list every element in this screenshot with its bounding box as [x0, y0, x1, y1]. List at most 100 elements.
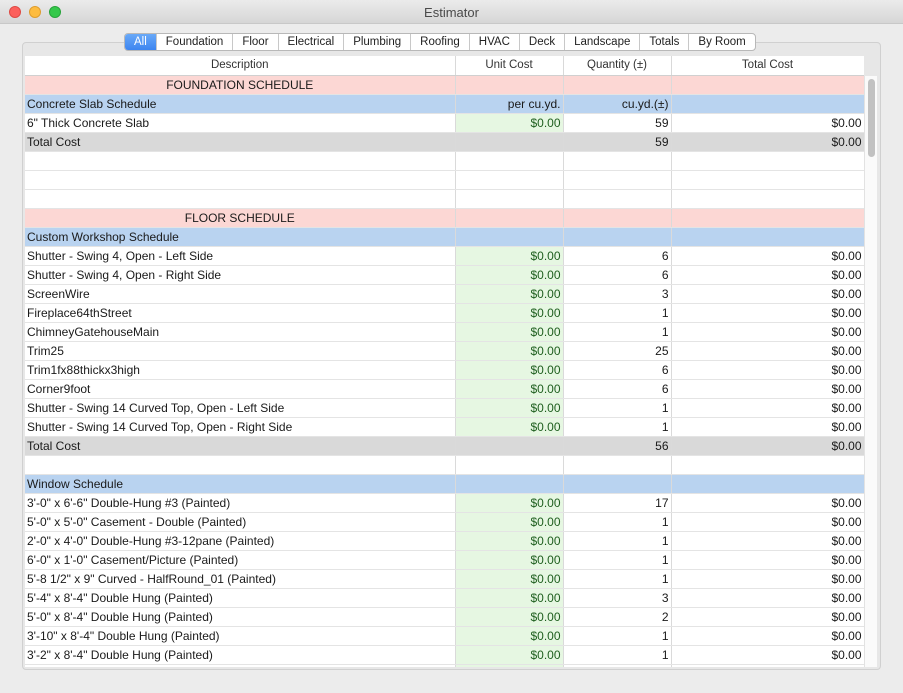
- unit-cost-cell[interactable]: $0.00: [455, 379, 564, 399]
- unit-cost-cell[interactable]: $0.00: [455, 113, 564, 133]
- table-row[interactable]: [25, 455, 864, 475]
- unit-cost-cell[interactable]: $0.00: [455, 550, 564, 570]
- unit-cost-cell[interactable]: $0.00: [455, 284, 564, 304]
- unit-cost-cell[interactable]: $0.00: [455, 531, 564, 551]
- total-cost-cell: $0.00: [671, 379, 864, 399]
- description-cell: 5'-4" x 8'-4" Double Hung (Painted): [25, 588, 456, 608]
- table-row[interactable]: 3'-10" x 8'-4" Double Hung (Painted) $0.0…: [25, 626, 864, 646]
- unit-cost-cell[interactable]: $0.00: [455, 398, 564, 418]
- unit-cost-cell[interactable]: $0.00: [455, 341, 564, 361]
- column-header-description[interactable]: Description: [25, 56, 456, 76]
- total-cost-cell: $0.00: [671, 588, 864, 608]
- tab-totals[interactable]: Totals: [639, 34, 688, 50]
- table-row[interactable]: Trim25 $0.00 25 $0.00: [25, 341, 864, 361]
- total-cost-cell: $0.00: [671, 569, 864, 589]
- tab-floor[interactable]: Floor: [232, 34, 277, 50]
- description-cell: Trim1fx88thickx3high: [25, 360, 456, 380]
- table-row[interactable]: [25, 189, 864, 209]
- unit-cost-cell[interactable]: $0.00: [455, 322, 564, 342]
- table-row[interactable]: [25, 170, 864, 190]
- subschedule-row[interactable]: Concrete Slab Schedule per cu.yd. cu.yd.(±…: [25, 94, 864, 114]
- table-row[interactable]: Trim1fx88thickx3high $0.00 6 $0.00: [25, 360, 864, 380]
- schedule-header-row[interactable]: FOUNDATION SCHEDULE: [25, 75, 864, 95]
- scrollbar-thumb[interactable]: [868, 79, 875, 157]
- description-cell: 5'-0" x 8'-4" Double Hung (Painted): [25, 607, 456, 627]
- tab-foundation[interactable]: Foundation: [155, 34, 233, 50]
- description-cell: Shutter - Swing 4, Open - Right Side: [25, 265, 456, 285]
- table-row[interactable]: Corner9foot $0.00 6 $0.00: [25, 379, 864, 399]
- estimate-table[interactable]: Description Unit Cost Quantity (±) Total…: [25, 56, 864, 667]
- quantity-cell: [563, 227, 672, 247]
- total-cost-row[interactable]: Total Cost 56 $0.00: [25, 436, 864, 456]
- table-row[interactable]: 6" Thick Concrete Slab $0.00 59 $0.00: [25, 113, 864, 133]
- total-cost-row[interactable]: Total Cost 59 $0.00: [25, 132, 864, 152]
- unit-cost-cell[interactable]: $0.00: [455, 417, 564, 437]
- table-row[interactable]: [25, 664, 864, 667]
- table-row[interactable]: ScreenWire $0.00 3 $0.00: [25, 284, 864, 304]
- vertical-scrollbar[interactable]: [864, 76, 877, 667]
- quantity-cell: [563, 455, 672, 475]
- tab-roofing[interactable]: Roofing: [410, 34, 469, 50]
- quantity-cell: 1: [563, 303, 672, 323]
- tab-all[interactable]: All: [125, 34, 156, 50]
- tab-by-room[interactable]: By Room: [688, 34, 754, 50]
- unit-cost-cell: [455, 474, 564, 494]
- unit-cost-cell[interactable]: $0.00: [455, 246, 564, 266]
- table-row[interactable]: 5'-0" x 5'-0" Casement - Double (Painted…: [25, 512, 864, 532]
- table-row[interactable]: 3'-0" x 6'-6" Double-Hung #3 (Painted) $0…: [25, 493, 864, 513]
- table-row[interactable]: ChimneyGatehouseMain $0.00 1 $0.00: [25, 322, 864, 342]
- column-header-total-cost[interactable]: Total Cost: [671, 56, 864, 76]
- table-row[interactable]: 2'-0" x 4'-0" Double-Hung #3-12pane (Pai…: [25, 531, 864, 551]
- table-row[interactable]: 6'-0" x 1'-0" Casement/Picture (Painted)…: [25, 550, 864, 570]
- quantity-cell: 1: [563, 531, 672, 551]
- column-header-quantity[interactable]: Quantity (±): [563, 56, 672, 76]
- unit-cost-cell[interactable]: $0.00: [455, 512, 564, 532]
- unit-cost-cell[interactable]: $0.00: [455, 360, 564, 380]
- subschedule-row[interactable]: Custom Workshop Schedule: [25, 227, 864, 247]
- quantity-cell: 2: [563, 607, 672, 627]
- unit-cost-cell: [455, 436, 564, 456]
- unit-cost-cell[interactable]: $0.00: [455, 588, 564, 608]
- total-cost-cell: $0.00: [671, 398, 864, 418]
- tab-deck[interactable]: Deck: [518, 34, 564, 50]
- unit-cost-cell: [455, 75, 564, 95]
- unit-cost-cell[interactable]: $0.00: [455, 607, 564, 627]
- schedule-header-row[interactable]: FLOOR SCHEDULE: [25, 208, 864, 228]
- total-cost-cell: $0.00: [671, 360, 864, 380]
- quantity-cell: 1: [563, 512, 672, 532]
- title-bar[interactable]: Estimator: [0, 0, 903, 24]
- description-cell: Total Cost: [25, 132, 456, 152]
- description-cell: 3'-2" x 8'-4" Double Hung (Painted): [25, 645, 456, 665]
- unit-cost-cell[interactable]: $0.00: [455, 265, 564, 285]
- unit-cost-cell: [455, 455, 564, 475]
- table-row[interactable]: Shutter - Swing 14 Curved Top, Open - Ri…: [25, 417, 864, 437]
- table-row[interactable]: 5'-4" x 8'-4" Double Hung (Painted) $0.00…: [25, 588, 864, 608]
- unit-cost-cell[interactable]: $0.00: [455, 626, 564, 646]
- description-cell: ScreenWire: [25, 284, 456, 304]
- unit-cost-cell[interactable]: $0.00: [455, 493, 564, 513]
- table-row[interactable]: Shutter - Swing 14 Curved Top, Open - Le…: [25, 398, 864, 418]
- quantity-cell: 1: [563, 398, 672, 418]
- tab-plumbing[interactable]: Plumbing: [343, 34, 410, 50]
- subschedule-row[interactable]: Window Schedule: [25, 474, 864, 494]
- tab-hvac[interactable]: HVAC: [468, 34, 519, 50]
- tab-electrical[interactable]: Electrical: [277, 34, 344, 50]
- column-header-unit-cost[interactable]: Unit Cost: [455, 56, 564, 76]
- table-row[interactable]: Shutter - Swing 4, Open - Right Side $0.0…: [25, 265, 864, 285]
- tab-landscape[interactable]: Landscape: [564, 34, 639, 50]
- quantity-cell: cu.yd.(±): [563, 94, 672, 114]
- total-cost-cell: [671, 455, 864, 475]
- table-row[interactable]: Shutter - Swing 4, Open - Left Side $0.00…: [25, 246, 864, 266]
- total-cost-cell: $0.00: [671, 436, 864, 456]
- description-cell: Shutter - Swing 14 Curved Top, Open - Ri…: [25, 417, 456, 437]
- unit-cost-cell[interactable]: [455, 664, 564, 667]
- table-row[interactable]: 3'-2" x 8'-4" Double Hung (Painted) $0.00…: [25, 645, 864, 665]
- unit-cost-cell[interactable]: $0.00: [455, 569, 564, 589]
- unit-cost-cell[interactable]: $0.00: [455, 645, 564, 665]
- unit-cost-cell[interactable]: $0.00: [455, 303, 564, 323]
- table-row[interactable]: 5'-8 1/2" x 9" Curved - HalfRound_01 (Pa…: [25, 569, 864, 589]
- table-row[interactable]: [25, 151, 864, 171]
- table-row[interactable]: Fireplace64thStreet $0.00 1 $0.00: [25, 303, 864, 323]
- quantity-cell: 3: [563, 284, 672, 304]
- table-row[interactable]: 5'-0" x 8'-4" Double Hung (Painted) $0.00…: [25, 607, 864, 627]
